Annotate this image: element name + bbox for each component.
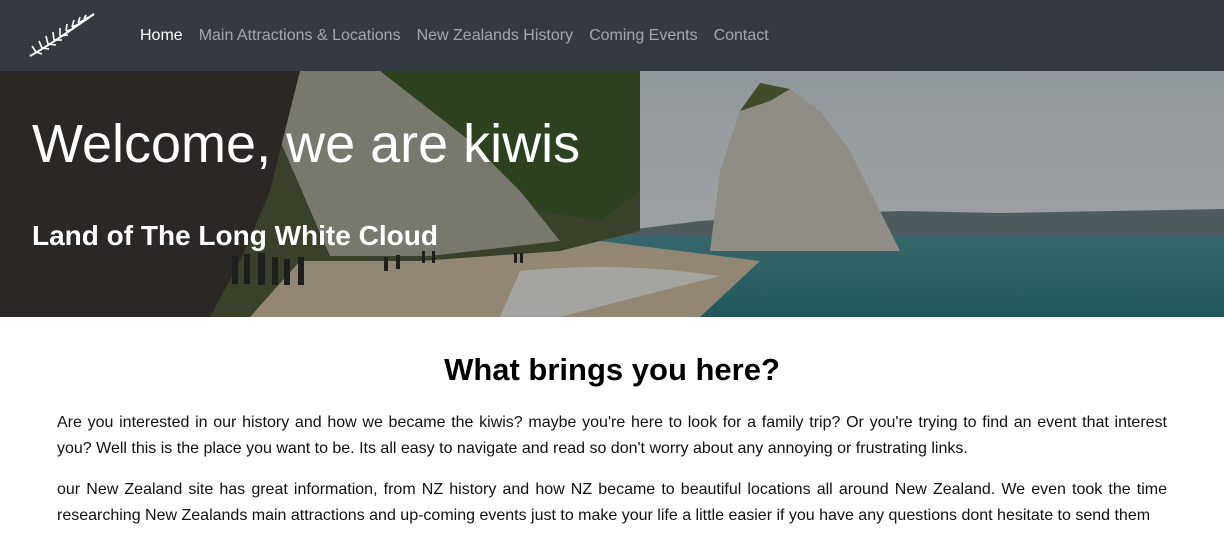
hero-title: Welcome, we are kiwis: [32, 114, 581, 174]
main-nav: Home Main Attractions & Locations New Ze…: [140, 0, 785, 71]
nav-item-home[interactable]: Home: [140, 0, 183, 71]
nav-item-contact[interactable]: Contact: [714, 0, 769, 71]
hero-overlay: [0, 71, 1224, 317]
main-content: What brings you here? Are you interested…: [57, 352, 1167, 544]
intro-paragraph: Are you interested in our history and ho…: [57, 414, 1167, 457]
hero-subtitle: Land of The Long White Cloud: [32, 220, 438, 251]
section-heading: What brings you here?: [444, 352, 780, 387]
navbar: Home Main Attractions & Locations New Ze…: [0, 0, 1224, 71]
info-paragraph: our New Zealand site has great informati…: [57, 481, 1167, 524]
hero-banner: Welcome, we are kiwis Land of The Long W…: [0, 71, 1224, 317]
silver-fern-icon[interactable]: [28, 12, 96, 58]
nav-item-main-attractions[interactable]: Main Attractions & Locations: [199, 0, 401, 71]
nav-item-coming-events[interactable]: Coming Events: [589, 0, 698, 71]
nav-item-history[interactable]: New Zealands History: [417, 0, 574, 71]
